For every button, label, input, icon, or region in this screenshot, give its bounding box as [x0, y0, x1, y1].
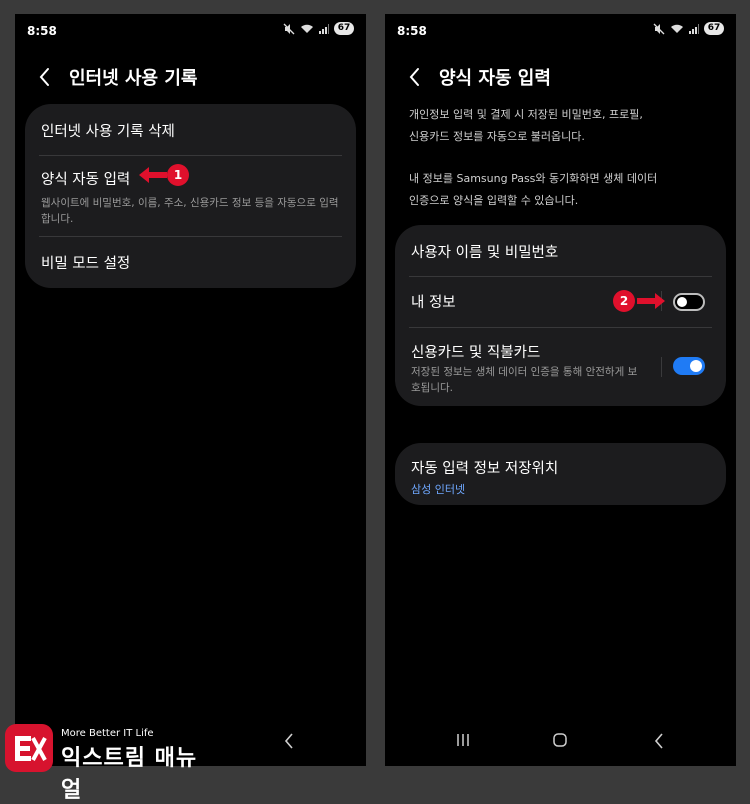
item-title: 신용카드 및 직불카드: [411, 345, 541, 361]
header: 인터넷 사용 기록: [15, 60, 366, 96]
toggle-separator: [661, 357, 662, 377]
callout-2: 2: [613, 290, 665, 312]
battery-icon: 67: [704, 22, 724, 35]
callout-badge: 2: [613, 290, 635, 312]
description-line: 내 정보를 Samsung Pass와 동기화하면 생체 데이터: [409, 172, 658, 185]
nav-recents-icon[interactable]: [455, 732, 471, 748]
nav-back-icon[interactable]: [653, 732, 665, 750]
wifi-icon: [671, 24, 683, 33]
header: 양식 자동 입력: [385, 60, 736, 96]
signal-icon: [689, 23, 699, 34]
description-line: 인증으로 양식을 입력할 수 있습니다.: [409, 194, 579, 207]
battery-icon: 67: [334, 22, 354, 35]
status-time: 8:58: [27, 24, 57, 38]
settings-card: 사용자 이름 및 비밀번호 내 정보 신용카드 및 직불카드 저장된 정보는 생…: [395, 225, 726, 406]
item-title: 양식 자동 입력: [41, 172, 131, 188]
toggle-knob: [690, 360, 702, 372]
nav-back-icon[interactable]: [283, 732, 295, 750]
description-line: 신용카드 정보를 자동으로 불러옵니다.: [409, 130, 585, 143]
item-title: 인터넷 사용 기록 삭제: [41, 124, 175, 140]
storage-card[interactable]: 자동 입력 정보 저장위치 삼성 인터넷: [395, 443, 726, 505]
list-item-autofill[interactable]: 양식 자동 입력 웹사이트에 비밀번호, 이름, 주소, 신용카드 정보 등을 …: [41, 168, 340, 227]
description-line: 개인정보 입력 및 결제 시 저장된 비밀번호, 프로필,: [409, 108, 643, 121]
storage-value: 삼성 인터넷: [411, 483, 466, 496]
callout-badge: 1: [167, 164, 189, 186]
item-subtitle: 저장된 정보는 생체 데이터 인증을 통해 안전하게 보호됩니다.: [411, 366, 638, 394]
item-title: 비밀 모드 설정: [41, 256, 131, 272]
right-phone-screen: 8:58 67 양식 자동 입력 개인정보 입력 및 결제 시 저장된 비밀번호…: [385, 14, 736, 766]
back-arrow-icon[interactable]: [37, 66, 51, 88]
status-time: 8:58: [397, 24, 427, 38]
description-1: 개인정보 입력 및 결제 시 저장된 비밀번호, 프로필, 신용카드 정보를 자…: [409, 104, 722, 148]
red-arrow-icon: [139, 167, 167, 183]
wifi-icon: [301, 24, 313, 33]
callout-1: 1: [139, 164, 189, 186]
list-item-clear-history[interactable]: 인터넷 사용 기록 삭제: [41, 120, 340, 141]
settings-card: 인터넷 사용 기록 삭제 양식 자동 입력 웹사이트에 비밀번호, 이름, 주소…: [25, 104, 356, 288]
mute-icon: [653, 23, 665, 34]
page-title: 양식 자동 입력: [439, 68, 551, 89]
status-bar: 8:58 67: [385, 14, 736, 48]
left-phone-screen: 8:58 67 인터넷 사용 기록 인터넷 사용 기록 삭제 양식 자동 입력 …: [15, 14, 366, 766]
status-bar: 8:58 67: [15, 14, 366, 48]
red-arrow-icon: [637, 293, 665, 309]
my-info-toggle[interactable]: [673, 293, 705, 311]
item-subtitle: 웹사이트에 비밀번호, 이름, 주소, 신용카드 정보 등을 자동으로 입력합니…: [41, 197, 339, 225]
signal-icon: [319, 23, 329, 34]
divider: [39, 236, 342, 237]
back-arrow-icon[interactable]: [407, 66, 421, 88]
item-title: 자동 입력 정보 저장위치: [411, 461, 559, 477]
list-item-storage[interactable]: 자동 입력 정보 저장위치 삼성 인터넷: [411, 457, 710, 497]
list-item-cards[interactable]: 신용카드 및 직불카드 저장된 정보는 생체 데이터 인증을 통해 안전하게 보…: [411, 341, 644, 396]
cards-toggle[interactable]: [673, 357, 705, 375]
nav-home-icon[interactable]: [552, 732, 568, 748]
list-item-my-info[interactable]: 내 정보: [411, 291, 710, 312]
divider: [409, 276, 712, 277]
nav-bar: [385, 720, 736, 766]
logo-mark-icon: [5, 724, 53, 772]
page-title: 인터넷 사용 기록: [69, 68, 198, 89]
item-title: 내 정보: [411, 295, 456, 311]
logo-name: 익스트림 매뉴얼: [61, 746, 198, 803]
toggle-knob: [677, 297, 687, 307]
item-title: 사용자 이름 및 비밀번호: [411, 245, 559, 261]
divider: [39, 155, 342, 156]
divider: [409, 327, 712, 328]
logo-tagline: More Better IT Life: [61, 728, 154, 739]
list-item-username-password[interactable]: 사용자 이름 및 비밀번호: [411, 241, 710, 262]
description-2: 내 정보를 Samsung Pass와 동기화하면 생체 데이터 인증으로 양식…: [409, 168, 722, 212]
list-item-secret-mode[interactable]: 비밀 모드 설정: [41, 252, 340, 273]
logo: More Better IT Life 익스트림 매뉴얼: [5, 724, 210, 803]
mute-icon: [283, 23, 295, 34]
